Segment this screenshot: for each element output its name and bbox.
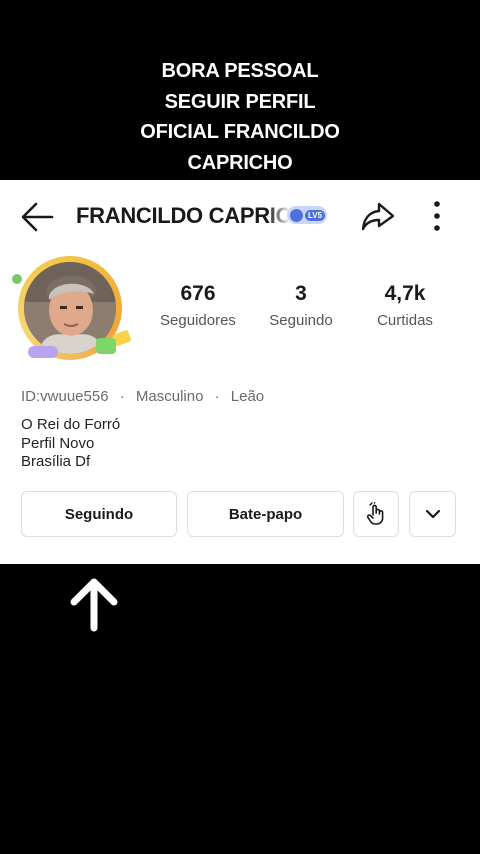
- hand-tap-icon: [366, 502, 384, 525]
- expand-button[interactable]: [409, 491, 456, 537]
- stat-label: Seguidores: [160, 312, 236, 329]
- level-badge: LV5: [287, 206, 327, 224]
- stat-value: 3: [295, 282, 307, 305]
- promo-caption: BORA PESSOAL SEGUIR PERFIL OFICIAL FRANC…: [0, 56, 480, 178]
- stat-label: Seguindo: [269, 312, 333, 329]
- back-button[interactable]: [18, 198, 58, 236]
- arrow-up-icon: [70, 578, 118, 632]
- stat-value: 4,7k: [384, 282, 426, 305]
- profile-card: FRANCILDO CAPRICHO LV5: [0, 180, 480, 564]
- share-button[interactable]: [358, 196, 398, 236]
- more-options-button[interactable]: [420, 196, 454, 236]
- profile-name: FRANCILDO CAPRICHO: [76, 203, 288, 228]
- stat-label: Curtidas: [377, 312, 433, 329]
- zodiac-sign: Leão: [230, 388, 265, 405]
- arrow-left-icon: [21, 202, 54, 232]
- frame-sticker: [28, 346, 58, 358]
- avatar[interactable]: [10, 254, 136, 368]
- following-button-label: Seguindo: [64, 505, 134, 523]
- caption-line-3: OFICIAL FRANCILDO: [140, 121, 340, 143]
- gender: Masculino: [135, 388, 204, 405]
- stat-value: 676: [180, 282, 216, 305]
- share-icon: [361, 202, 395, 231]
- user-id: ID:vwuue556: [21, 388, 109, 405]
- stat-following[interactable]: 3 Seguindo: [262, 280, 340, 329]
- profile-meta: ID:vwuue556 · Masculino · Leão: [21, 388, 264, 405]
- level-gem-icon: [290, 208, 303, 222]
- profile-header: FRANCILDO CAPRICHO LV5: [0, 180, 480, 250]
- chevron-down-icon: [425, 509, 440, 519]
- meta-separator: ·: [119, 388, 125, 405]
- stat-likes[interactable]: 4,7k Curtidas: [364, 280, 446, 329]
- level-badge-text: LV5: [305, 209, 326, 221]
- following-button[interactable]: Seguindo: [21, 491, 177, 537]
- meta-separator: ·: [214, 388, 220, 405]
- gift-button[interactable]: [353, 491, 399, 537]
- stat-followers[interactable]: 676 Seguidores: [150, 280, 246, 329]
- caption-line-4: CAPRICHO: [187, 151, 293, 174]
- chat-button-label: Bate-papo: [228, 505, 303, 523]
- caption-line-1: BORA PESSOAL: [161, 60, 319, 82]
- bio-line: Brasília Df: [21, 453, 91, 470]
- caption-line-2: SEGUIR PERFIL: [164, 90, 316, 113]
- bio-line: O Rei do Forró: [21, 416, 121, 433]
- frame-sticker: [96, 338, 116, 354]
- vertical-dots-icon: [434, 201, 440, 231]
- chat-button[interactable]: Bate-papo: [187, 491, 344, 537]
- bio-line: Perfil Novo: [21, 434, 95, 452]
- frame-sticker: [12, 274, 22, 284]
- profile-bio: O Rei do Forró Perfil Novo Brasília Df: [21, 416, 120, 472]
